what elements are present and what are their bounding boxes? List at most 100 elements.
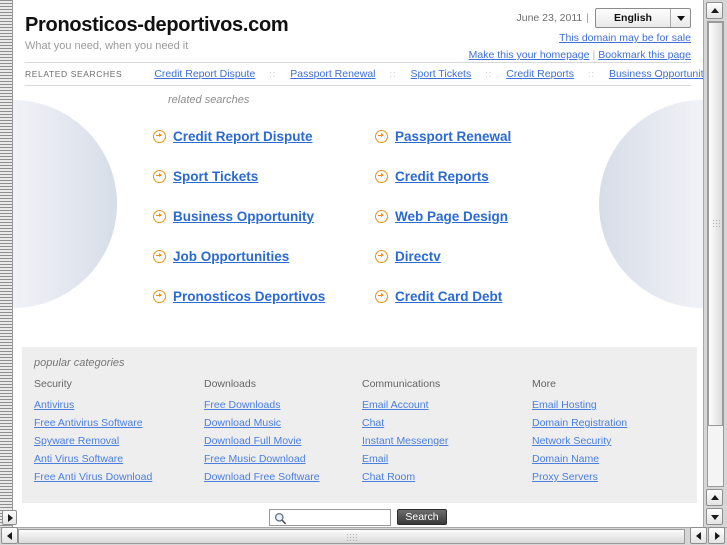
related-bar-item-3[interactable]: Credit Reports <box>506 68 574 80</box>
hero-link-row-3[interactable]: Credit Reports <box>375 156 575 196</box>
hero-link-5[interactable]: Web Page Design <box>395 209 508 224</box>
scrollbar-grip-icon <box>345 533 358 541</box>
related-bar-dot-2: :: <box>485 69 493 79</box>
hero-links-grid: Credit Report Dispute Passport Renewal S… <box>153 116 573 316</box>
category-link[interactable]: Download Full Movie <box>204 435 362 447</box>
hero-link-row-8[interactable]: Pronosticos Deportivos <box>153 276 375 316</box>
bookmark-page-link[interactable]: Bookmark this page <box>598 49 691 61</box>
scroll-left-button[interactable] <box>1 527 18 544</box>
scroll-corner-button[interactable] <box>2 510 17 525</box>
related-searches-caption: RELATED SEARCHES <box>25 69 123 79</box>
vertical-scrollbar-thumb[interactable] <box>708 22 723 426</box>
arrow-right-circle-icon <box>375 209 388 223</box>
hero-link-8[interactable]: Pronosticos Deportivos <box>173 289 325 304</box>
hero-link-row-1[interactable]: Passport Renewal <box>375 116 575 156</box>
search-icon <box>274 512 287 525</box>
hero-link-row-7[interactable]: Directv <box>375 236 575 276</box>
category-link[interactable]: Download Free Software <box>204 471 362 483</box>
arrow-right-circle-icon <box>153 169 166 183</box>
horizontal-scrollbar-thumb[interactable] <box>18 529 685 544</box>
hero-link-0[interactable]: Credit Report Dispute <box>173 129 313 144</box>
category-link[interactable]: Network Security <box>532 435 685 447</box>
decorative-circle-left <box>13 100 117 308</box>
hero-heading: related searches <box>168 94 250 106</box>
hero-link-row-5[interactable]: Web Page Design <box>375 196 575 236</box>
language-select-value: English <box>614 11 652 24</box>
category-link[interactable]: Instant Messenger <box>362 435 532 447</box>
related-bar-item-0[interactable]: Credit Report Dispute <box>154 68 255 80</box>
related-bar-item-1[interactable]: Passport Renewal <box>290 68 375 80</box>
hero-link-4[interactable]: Business Opportunity <box>173 209 314 224</box>
make-homepage-link[interactable]: Make this your homepage <box>469 49 590 61</box>
search-input[interactable] <box>290 511 386 524</box>
hero-link-9[interactable]: Credit Card Debt <box>395 289 502 304</box>
hero-link-row-2[interactable]: Sport Tickets <box>153 156 375 196</box>
category-link[interactable]: Domain Name <box>532 453 685 465</box>
category-link[interactable]: Domain Registration <box>532 417 685 429</box>
hero-link-row-0[interactable]: Credit Report Dispute <box>153 116 375 156</box>
category-column-security: Security Antivirus Free Antivirus Softwa… <box>34 378 204 489</box>
category-link[interactable]: Proxy Servers <box>532 471 685 483</box>
category-link[interactable]: Free Music Download <box>204 453 362 465</box>
utility-links-separator: | <box>592 49 596 61</box>
related-bar-dot-1: :: <box>389 69 397 79</box>
category-title: Security <box>34 378 72 390</box>
triangle-left-icon <box>695 531 701 540</box>
category-link[interactable]: Free Anti Virus Download <box>34 471 204 483</box>
category-link[interactable]: Spyware Removal <box>34 435 204 447</box>
hero-link-row-6[interactable]: Job Opportunities <box>153 236 375 276</box>
scrollbar-grip-icon <box>712 219 721 229</box>
vertical-scrollbar[interactable] <box>703 0 727 527</box>
hero-link-1[interactable]: Passport Renewal <box>395 129 511 144</box>
related-searches-bar: RELATED SEARCHES Credit Report Dispute :… <box>25 62 703 86</box>
scroll-up-button[interactable] <box>706 2 723 19</box>
popular-categories-heading: popular categories <box>34 357 125 369</box>
hero-link-row-9[interactable]: Credit Card Debt <box>375 276 575 316</box>
arrow-right-circle-icon <box>153 249 166 263</box>
category-link[interactable]: Antivirus <box>34 399 204 411</box>
scroll-right-button[interactable] <box>708 527 725 544</box>
arrow-right-circle-icon <box>153 129 166 143</box>
related-bar-item-4[interactable]: Business Opportunity <box>609 68 703 80</box>
domain-for-sale-link[interactable]: This domain may be for sale <box>559 32 691 44</box>
hero-link-6[interactable]: Job Opportunities <box>173 249 289 264</box>
category-link[interactable]: Chat <box>362 417 532 429</box>
hero-link-2[interactable]: Sport Tickets <box>173 169 258 184</box>
horizontal-scrollbar[interactable] <box>0 527 727 545</box>
triangle-up-icon <box>710 7 719 13</box>
category-title: Communications <box>362 378 441 390</box>
category-link[interactable]: Email Hosting <box>532 399 685 411</box>
domain-for-sale-row: This domain may be for sale <box>469 31 691 46</box>
language-select[interactable]: English <box>595 8 691 28</box>
category-link[interactable]: Chat Room <box>362 471 532 483</box>
arrow-right-circle-icon <box>375 249 388 263</box>
chevron-down-icon <box>670 9 690 27</box>
category-column-more: More Email Hosting Domain Registration N… <box>532 378 685 489</box>
scroll-down-button[interactable] <box>706 508 723 525</box>
category-column-communications: Communications Email Account Chat Instan… <box>362 378 532 489</box>
category-link[interactable]: Free Downloads <box>204 399 362 411</box>
search-button[interactable]: Search <box>397 509 447 525</box>
category-link[interactable]: Email <box>362 453 532 465</box>
search-area: Search <box>13 509 703 526</box>
triangle-down-icon <box>710 514 719 520</box>
triangle-right-icon <box>714 531 720 540</box>
category-link[interactable]: Email Account <box>362 399 532 411</box>
category-link[interactable]: Anti Virus Software <box>34 453 204 465</box>
arrow-right-circle-icon <box>375 289 388 303</box>
hero-link-3[interactable]: Credit Reports <box>395 169 489 184</box>
hero-link-7[interactable]: Directv <box>395 249 441 264</box>
category-link[interactable]: Free Antivirus Software <box>34 417 204 429</box>
hero-link-row-4[interactable]: Business Opportunity <box>153 196 375 236</box>
category-link[interactable]: Download Music <box>204 417 362 429</box>
browser-viewport: Pronosticos-deportivos.com What you need… <box>0 0 727 545</box>
arrow-right-circle-icon <box>375 169 388 183</box>
popular-categories-grid: Security Antivirus Free Antivirus Softwa… <box>34 378 685 489</box>
scroll-left-button-secondary[interactable] <box>690 527 707 544</box>
scroll-up-button-secondary[interactable] <box>706 489 723 506</box>
page-canvas: Pronosticos-deportivos.com What you need… <box>13 0 703 527</box>
related-bar-item-2[interactable]: Sport Tickets <box>411 68 472 80</box>
search-field-wrapper[interactable] <box>269 509 391 526</box>
page-header: Pronosticos-deportivos.com What you need… <box>13 0 703 62</box>
category-title: More <box>532 378 556 390</box>
